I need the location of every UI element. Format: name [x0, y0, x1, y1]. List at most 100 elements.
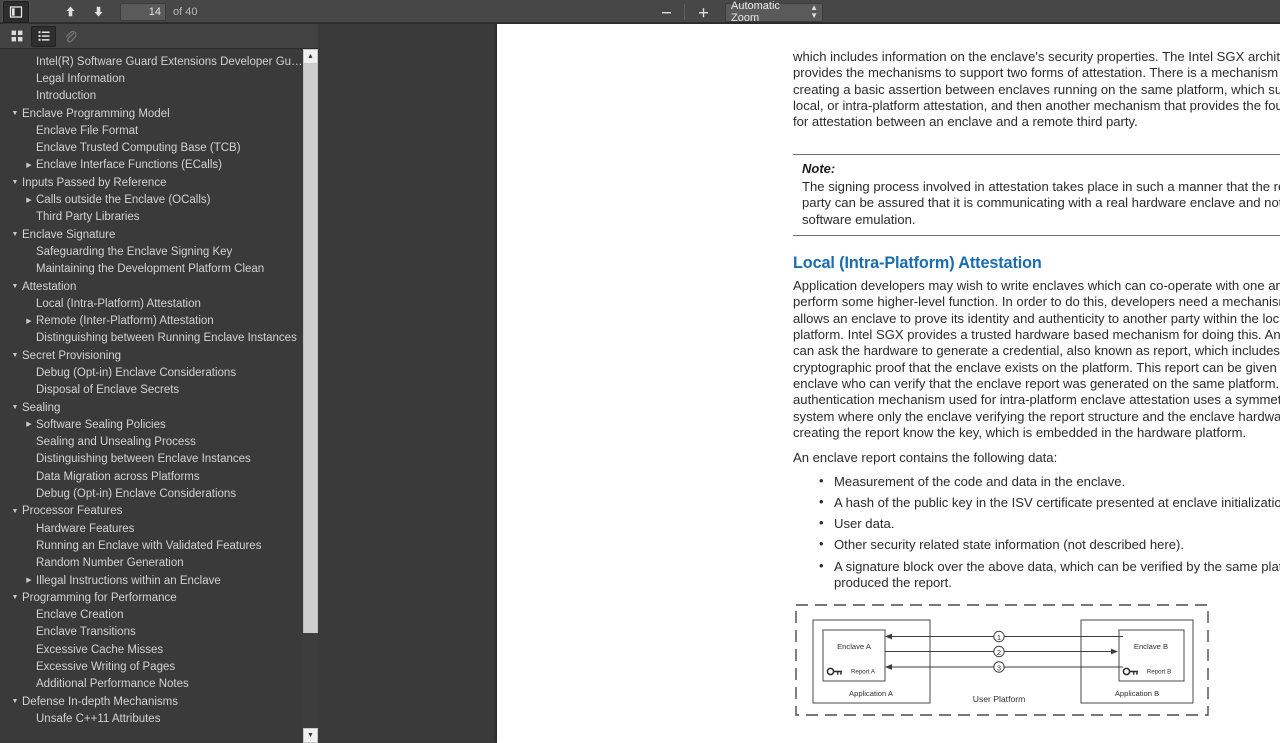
outline-item[interactable]: ▼ Sealing: [0, 399, 303, 416]
outline-item[interactable]: ▶ Remote (Inter-Platform) Attestation: [0, 312, 303, 329]
pdf-toolbar: of 40 Automatic Zoom ▲▼: [0, 0, 1280, 24]
sidebar-tab-bar: [0, 24, 318, 49]
outline-item[interactable]: Random Number Generation: [0, 555, 303, 572]
spinner-arrows-icon: ▲ ▼: [810, 3, 818, 20]
paragraph-text: Application developers may wish to write…: [793, 278, 1280, 441]
outline-item[interactable]: Sealing and Unsealing Process: [0, 434, 303, 451]
minus-icon: [661, 11, 671, 13]
sidebar-toggle-button[interactable]: [3, 0, 29, 23]
outline-item[interactable]: Distinguishing between Enclave Instances: [0, 451, 303, 468]
outline-item[interactable]: Legal Information: [0, 70, 303, 87]
outline-item-label: Attestation: [22, 280, 77, 293]
outline-item-label: Secret Provisioning: [22, 349, 122, 362]
outline-item[interactable]: ▼ Enclave Signature: [0, 226, 303, 243]
page-number-input[interactable]: [120, 2, 166, 21]
outline-item-label: Introduction: [36, 90, 97, 103]
scrollbar-down-arrow[interactable]: ▼: [303, 728, 318, 743]
outline-item[interactable]: Running an Enclave with Validated Featur…: [0, 537, 303, 554]
outline-item[interactable]: ▼ Defense In-depth Mechanisms: [0, 693, 303, 710]
paperclip-icon: [65, 30, 77, 42]
zoom-in-button[interactable]: [690, 1, 716, 23]
zoom-level-value: Automatic Zoom: [731, 0, 780, 24]
outline-item[interactable]: Hardware Features: [0, 520, 303, 537]
outline-item[interactable]: ▼ Attestation: [0, 278, 303, 295]
outline-item[interactable]: ▼ Inputs Passed by Reference: [0, 174, 303, 191]
outline-item[interactable]: Excessive Cache Misses: [0, 641, 303, 658]
attestation-diagram-svg: 1 2 3 Enclave A Report A Application A E…: [795, 604, 1209, 716]
outline-item[interactable]: ▶ Enclave Interface Functions (ECalls): [0, 157, 303, 174]
outline-item-label: Defense In-depth Mechanisms: [22, 695, 178, 708]
arrow-down-icon: [94, 6, 102, 17]
scrollbar-up-arrow[interactable]: ▲: [303, 49, 318, 64]
outline-item[interactable]: ▼ Enclave Programming Model: [0, 105, 303, 122]
outline-item[interactable]: Distinguishing between Running Enclave I…: [0, 330, 303, 347]
outline-item[interactable]: ▼ Programming for Performance: [0, 589, 303, 606]
outline-item[interactable]: Debug (Opt-in) Enclave Considerations: [0, 364, 303, 381]
outline-item[interactable]: ▼ Secret Provisioning: [0, 347, 303, 364]
scrollbar-thumb[interactable]: [303, 64, 318, 633]
chevron-down-icon[interactable]: ▼: [8, 404, 22, 411]
chevron-down-icon[interactable]: ▼: [8, 352, 22, 359]
outline-item[interactable]: Local (Intra-Platform) Attestation: [0, 295, 303, 312]
outline-item[interactable]: Debug (Opt-in) Enclave Considerations: [0, 485, 303, 502]
outline-item[interactable]: Maintaining the Development Platform Cle…: [0, 261, 303, 278]
zoom-out-button[interactable]: [653, 1, 679, 23]
outline-item[interactable]: Enclave Trusted Computing Base (TCB): [0, 139, 303, 156]
outline-item[interactable]: Unsafe C++11 Attributes: [0, 710, 303, 727]
sidebar-scrollbar[interactable]: ▲ ▼: [303, 49, 318, 743]
next-page-button[interactable]: [85, 1, 111, 23]
previous-page-button[interactable]: [57, 1, 83, 23]
outline-item[interactable]: ▶ Calls outside the Enclave (OCalls): [0, 191, 303, 208]
outline-item-label: Legal Information: [36, 72, 125, 85]
outline-item-label: Sealing: [22, 401, 61, 414]
key-icon-b: [1122, 667, 1138, 676]
sidebar-tab-outline[interactable]: [31, 25, 56, 47]
chevron-right-icon[interactable]: ▶: [22, 318, 36, 325]
chevron-right-icon[interactable]: ▶: [22, 197, 36, 204]
paragraph-text: which includes information on the enclav…: [793, 49, 1280, 130]
outline-item-label: Unsafe C++11 Attributes: [36, 712, 161, 725]
outline-item[interactable]: ▼ Processor Features: [0, 503, 303, 520]
chevron-right-icon[interactable]: ▶: [22, 162, 36, 169]
note-callout: Note: The signing process involved in at…: [793, 154, 1280, 236]
pdf-viewer[interactable]: which includes information on the enclav…: [319, 24, 1280, 743]
chevron-down-icon[interactable]: ▼: [8, 179, 22, 186]
outline-item[interactable]: Enclave File Format: [0, 122, 303, 139]
outline-item[interactable]: Enclave Transitions: [0, 624, 303, 641]
outline-item-label: Processor Features: [22, 505, 123, 518]
outline-item[interactable]: ▶ Software Sealing Policies: [0, 416, 303, 433]
chevron-down-icon[interactable]: ▼: [8, 231, 22, 238]
outline-item[interactable]: Third Party Libraries: [0, 209, 303, 226]
paragraph-text: An enclave report contains the following…: [793, 450, 1058, 465]
sidebar-tab-attachments[interactable]: [58, 26, 83, 47]
chevron-down-icon[interactable]: ▼: [8, 594, 22, 601]
outline-item-label: Data Migration across Platforms: [36, 470, 200, 483]
zoom-level-select[interactable]: Automatic Zoom ▲ ▼: [725, 0, 823, 24]
list-item: A hash of the public key in the ISV cert…: [793, 494, 1280, 511]
thumbnails-grid-icon: [11, 30, 22, 42]
chevron-down-icon[interactable]: ▼: [8, 283, 22, 290]
document-outline-list[interactable]: Intel(R) Software Guard Extensions Devel…: [0, 49, 303, 743]
outline-item-label: Enclave Transitions: [36, 626, 136, 639]
chevron-right-icon[interactable]: ▶: [22, 421, 36, 428]
chevron-down-icon[interactable]: ▼: [8, 698, 22, 705]
outline-item[interactable]: Additional Performance Notes: [0, 676, 303, 693]
chevron-down-icon[interactable]: ▼: [8, 110, 22, 117]
chevron-right-icon[interactable]: ▶: [22, 577, 36, 584]
outline-item[interactable]: Introduction: [0, 88, 303, 105]
bullet-list: Measurement of the code and data in the …: [793, 473, 1280, 591]
sidebar: Intel(R) Software Guard Extensions Devel…: [0, 24, 318, 743]
outline-item-label: Debug (Opt-in) Enclave Considerations: [36, 488, 237, 501]
chevron-down-icon[interactable]: ▼: [8, 508, 22, 515]
outline-item[interactable]: ▶ Illegal Instructions within an Enclave: [0, 572, 303, 589]
outline-item[interactable]: Intel(R) Software Guard Extensions Devel…: [0, 53, 303, 70]
sidebar-tab-thumbnails[interactable]: [4, 26, 29, 47]
outline-item-label: Enclave Trusted Computing Base (TCB): [36, 142, 241, 155]
outline-item[interactable]: Excessive Writing of Pages: [0, 658, 303, 675]
outline-item-label: Additional Performance Notes: [36, 678, 189, 691]
outline-item[interactable]: Data Migration across Platforms: [0, 468, 303, 485]
outline-item[interactable]: Safeguarding the Enclave Signing Key: [0, 243, 303, 260]
outline-item-label: Disposal of Enclave Secrets: [36, 384, 180, 397]
outline-item[interactable]: Enclave Creation: [0, 607, 303, 624]
outline-item[interactable]: Disposal of Enclave Secrets: [0, 382, 303, 399]
